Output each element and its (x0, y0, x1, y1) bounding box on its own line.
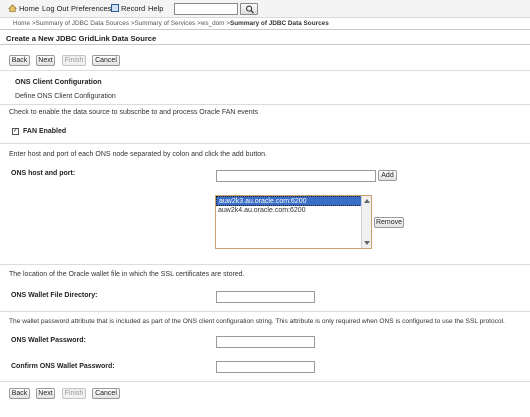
list-scrollbar[interactable] (361, 196, 371, 248)
finish-button[interactable]: Finish (62, 388, 86, 399)
back-button[interactable]: Back (9, 55, 30, 66)
confirm-password-label: Confirm ONS Wallet Password: (11, 363, 115, 370)
ons-host-port-label: ONS host and port: (11, 170, 76, 177)
wallet-directory-label: ONS Wallet File Directory: (11, 292, 98, 299)
logout-link[interactable]: Log Out (42, 4, 69, 13)
host-description: Enter host and port of each ONS node sep… (9, 151, 268, 158)
divider (0, 70, 530, 71)
breadcrumb-path[interactable]: Home >Summary of JDBC Data Sources >Summ… (13, 20, 230, 27)
record-link[interactable]: Record (121, 4, 145, 13)
divider (0, 311, 530, 312)
page-title: Create a New JDBC GridLink Data Source (6, 34, 157, 43)
add-button[interactable]: Add (378, 170, 397, 181)
divider (0, 104, 530, 105)
divider (0, 143, 530, 144)
search-icon (246, 5, 255, 14)
fan-enabled-checkbox[interactable]: ✓ (12, 128, 19, 135)
home-icon[interactable] (8, 4, 17, 12)
remove-button[interactable]: Remove (374, 217, 404, 228)
confirm-password-input[interactable] (216, 361, 315, 373)
list-item[interactable]: auw2k3.au.oracle.com:6200 (216, 196, 362, 206)
next-button[interactable]: Next (36, 388, 55, 399)
ons-node-list[interactable]: auw2k3.au.oracle.com:6200 auw2k4.au.orac… (215, 195, 372, 249)
search-input[interactable] (174, 3, 238, 15)
section-subtitle: Define ONS Client Configuration (15, 93, 116, 100)
wallet-password-input[interactable] (216, 336, 315, 348)
cancel-button[interactable]: Cancel (92, 55, 120, 66)
ons-host-port-input[interactable] (216, 170, 376, 182)
divider (0, 264, 530, 265)
finish-button[interactable]: Finish (62, 55, 86, 66)
record-icon[interactable] (111, 4, 119, 12)
list-item[interactable]: auw2k4.au.oracle.com:6200 (216, 206, 371, 216)
home-link[interactable]: Home (19, 4, 39, 13)
breadcrumb-current: Summary of JDBC Data Sources (230, 20, 329, 27)
wallet-password-label: ONS Wallet Password: (11, 337, 86, 344)
scroll-up-icon[interactable] (364, 198, 370, 203)
scroll-down-icon[interactable] (364, 241, 370, 246)
cancel-button[interactable]: Cancel (92, 388, 120, 399)
wallet-directory-input[interactable] (216, 291, 315, 303)
wallet-description: The location of the Oracle wallet file i… (9, 271, 245, 278)
password-description: The wallet password attribute that is in… (9, 318, 505, 325)
next-button[interactable]: Next (36, 55, 55, 66)
fan-enabled-label: FAN Enabled (23, 128, 67, 135)
search-button[interactable] (240, 3, 258, 15)
preferences-link[interactable]: Preferences (71, 4, 111, 13)
section-title: ONS Client Configuration (15, 77, 102, 86)
help-link[interactable]: Help (148, 4, 163, 13)
back-button[interactable]: Back (9, 388, 30, 399)
breadcrumb: Home >Summary of JDBC Data Sources >Summ… (13, 20, 329, 27)
divider (0, 381, 530, 382)
fan-description: Check to enable the data source to subsc… (9, 109, 259, 116)
